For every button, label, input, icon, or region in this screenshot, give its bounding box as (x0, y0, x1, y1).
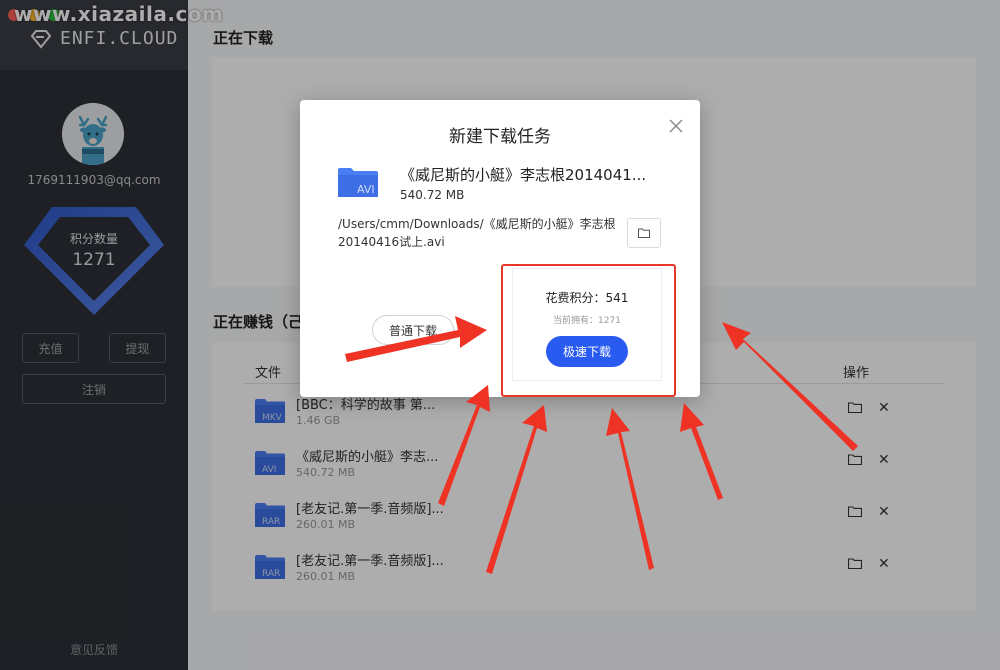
normal-download-button[interactable]: 普通下载 (372, 315, 454, 345)
folder-icon (638, 228, 650, 238)
close-icon[interactable] (668, 118, 684, 134)
dialog-file-size: 540.72 MB (400, 188, 465, 202)
download-path: /Users/cmm/Downloads/《威尼斯的小艇》李志根20140416… (338, 217, 616, 249)
dialog-file-badge: AVI (357, 183, 375, 196)
choose-folder-button[interactable] (627, 218, 661, 248)
dialog-title: 新建下载任务 (449, 127, 551, 147)
avi-file-icon: AVI (338, 168, 378, 197)
annotation-highlight-box (501, 264, 676, 397)
dialog-file-name: 《威尼斯的小艇》李志根2014041... (400, 166, 647, 184)
